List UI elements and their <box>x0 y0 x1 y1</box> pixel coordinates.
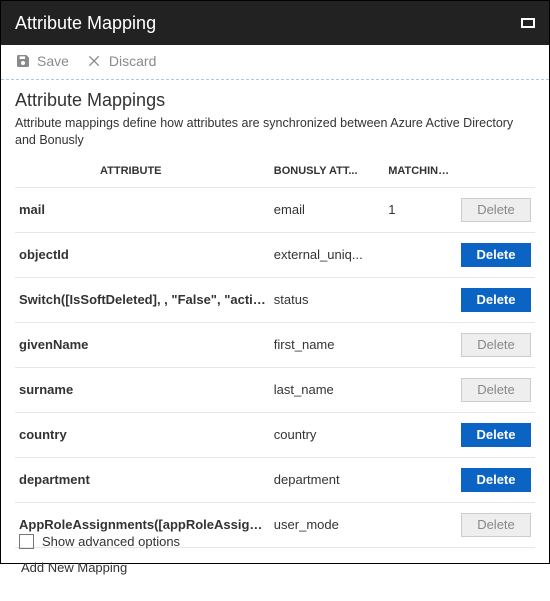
discard-label: Discard <box>109 53 156 69</box>
maximize-icon[interactable] <box>521 18 535 28</box>
add-new-label: Add New Mapping <box>15 547 535 587</box>
section-heading: Attribute Mappings <box>15 90 535 111</box>
cell-attribute: mail <box>15 187 270 232</box>
advanced-options-label: Show advanced options <box>42 534 180 549</box>
cell-attribute: objectId <box>15 232 270 277</box>
cell-bonusly: country <box>270 412 384 457</box>
cell-bonusly: status <box>270 277 384 322</box>
cell-matching <box>384 502 457 547</box>
col-attribute: ATTRIBUTE <box>15 159 270 188</box>
table-row[interactable]: objectIdexternal_uniq... Delete <box>15 232 535 277</box>
cell-attribute: Switch([IsSoftDeleted], , "False", "acti… <box>15 277 270 322</box>
save-label: Save <box>37 53 69 69</box>
cell-matching <box>384 367 457 412</box>
delete-button[interactable]: Delete <box>461 288 531 312</box>
delete-button[interactable]: Delete <box>461 378 531 402</box>
cell-matching <box>384 322 457 367</box>
add-new-mapping[interactable]: Add New Mapping <box>15 547 535 587</box>
delete-button[interactable]: Delete <box>461 513 531 537</box>
cell-matching <box>384 412 457 457</box>
blade-title: Attribute Mapping <box>15 13 156 34</box>
table-row[interactable]: countrycountry Delete <box>15 412 535 457</box>
cell-matching <box>384 457 457 502</box>
table-row[interactable]: givenNamefirst_name Delete <box>15 322 535 367</box>
cell-bonusly: user_mode <box>270 502 384 547</box>
cell-matching <box>384 277 457 322</box>
cell-attribute: country <box>15 412 270 457</box>
col-bonusly: BONUSLY ATT... <box>270 159 384 188</box>
table-row[interactable]: Switch([IsSoftDeleted], , "False", "acti… <box>15 277 535 322</box>
table-row[interactable]: departmentdepartment Delete <box>15 457 535 502</box>
delete-button[interactable]: Delete <box>461 468 531 492</box>
cell-matching: 1 <box>384 187 457 232</box>
save-icon <box>15 53 31 69</box>
delete-button[interactable]: Delete <box>461 243 531 267</box>
delete-button[interactable]: Delete <box>461 198 531 222</box>
command-bar: Save Discard <box>1 45 549 80</box>
table-row[interactable]: mailemail1Delete <box>15 187 535 232</box>
cell-matching <box>384 232 457 277</box>
checkbox-icon[interactable] <box>19 534 34 549</box>
cell-attribute: surname <box>15 367 270 412</box>
table-row[interactable]: surnamelast_name Delete <box>15 367 535 412</box>
cell-bonusly: external_uniq... <box>270 232 384 277</box>
col-matching: MATCHING ... <box>384 159 457 188</box>
cell-bonusly: email <box>270 187 384 232</box>
cell-bonusly: first_name <box>270 322 384 367</box>
mappings-table: ATTRIBUTE BONUSLY ATT... MATCHING ... ma… <box>15 159 535 587</box>
discard-icon <box>87 53 103 69</box>
discard-button[interactable]: Discard <box>87 53 156 69</box>
delete-button[interactable]: Delete <box>461 423 531 447</box>
section-description: Attribute mappings define how attributes… <box>15 115 535 149</box>
delete-button[interactable]: Delete <box>461 333 531 357</box>
cell-bonusly: department <box>270 457 384 502</box>
title-bar: Attribute Mapping <box>1 1 549 45</box>
save-button[interactable]: Save <box>15 53 69 69</box>
cell-attribute: department <box>15 457 270 502</box>
cell-bonusly: last_name <box>270 367 384 412</box>
cell-attribute: givenName <box>15 322 270 367</box>
advanced-options-toggle[interactable]: Show advanced options <box>19 534 180 549</box>
